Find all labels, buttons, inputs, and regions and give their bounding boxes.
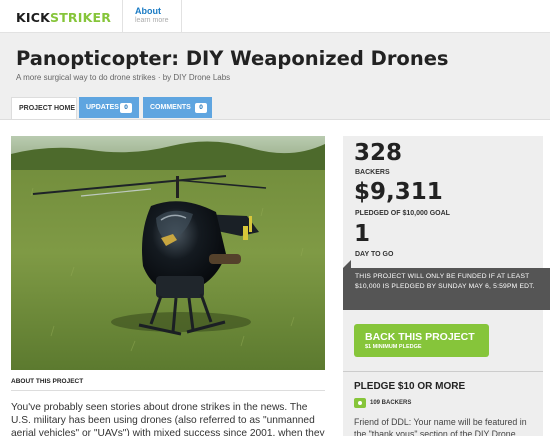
page-title: Panopticopter: DIY Weaponized Drones	[16, 47, 449, 70]
back-project-button[interactable]: BACK THIS PROJECT $1 MINIMUM PLEDGE	[354, 324, 489, 357]
reward-backers: 109 BACKERS	[354, 398, 411, 408]
about-text: You've probably seen stories about drone…	[11, 402, 325, 436]
days-count: 1	[354, 221, 371, 247]
funding-sidebar: 328 BACKERS $9,311 PLEDGED OF $10,000 GO…	[343, 136, 550, 436]
about-divider	[11, 390, 325, 391]
days-label: DAY TO GO	[355, 251, 394, 258]
project-subtitle: A more surgical way to do drone strikes …	[16, 73, 231, 82]
back-button-label: BACK THIS PROJECT	[365, 331, 475, 343]
notice-arrow	[343, 260, 351, 268]
nav-about-label: About	[135, 6, 161, 16]
funding-notice: THIS PROJECT WILL ONLY BE FUNDED IF AT L…	[343, 268, 550, 310]
reward-description: Friend of DDL: Your name will be feature…	[354, 417, 527, 436]
backers-label: BACKERS	[355, 169, 390, 176]
tab-comments[interactable]: COMMENTS 0	[143, 97, 212, 118]
sidebar-divider	[343, 371, 543, 372]
reward-title[interactable]: PLEDGE $10 OR MORE	[354, 381, 465, 392]
tab-label: UPDATES	[86, 104, 119, 111]
backers-icon	[354, 398, 366, 408]
tab-label: COMMENTS	[150, 104, 191, 111]
logo-part-2: STRIKER	[50, 10, 112, 25]
tab-updates[interactable]: UPDATES 0	[79, 97, 139, 118]
top-bar: KICKSTRIKER About learn more	[0, 0, 550, 33]
count-badge: 0	[195, 103, 207, 113]
back-button-sub: $1 MINIMUM PLEDGE	[365, 344, 422, 350]
about-heading: ABOUT THIS PROJECT	[11, 378, 84, 385]
pledged-label: PLEDGED OF $10,000 GOAL	[355, 210, 450, 217]
logo-part-1: KICK	[16, 10, 50, 25]
site-logo[interactable]: KICKSTRIKER	[16, 10, 111, 25]
count-badge: 0	[120, 103, 132, 113]
reward-backers-label: 109 BACKERS	[370, 400, 412, 406]
backers-count: 328	[354, 140, 403, 166]
pledged-amount: $9,311	[354, 179, 443, 205]
nav-about-sub: learn more	[135, 17, 169, 24]
tab-label: PROJECT HOME	[19, 105, 76, 112]
nav-about[interactable]: About learn more	[122, 0, 182, 32]
project-photo[interactable]	[11, 136, 325, 370]
tab-project-home[interactable]: PROJECT HOME	[11, 97, 77, 119]
